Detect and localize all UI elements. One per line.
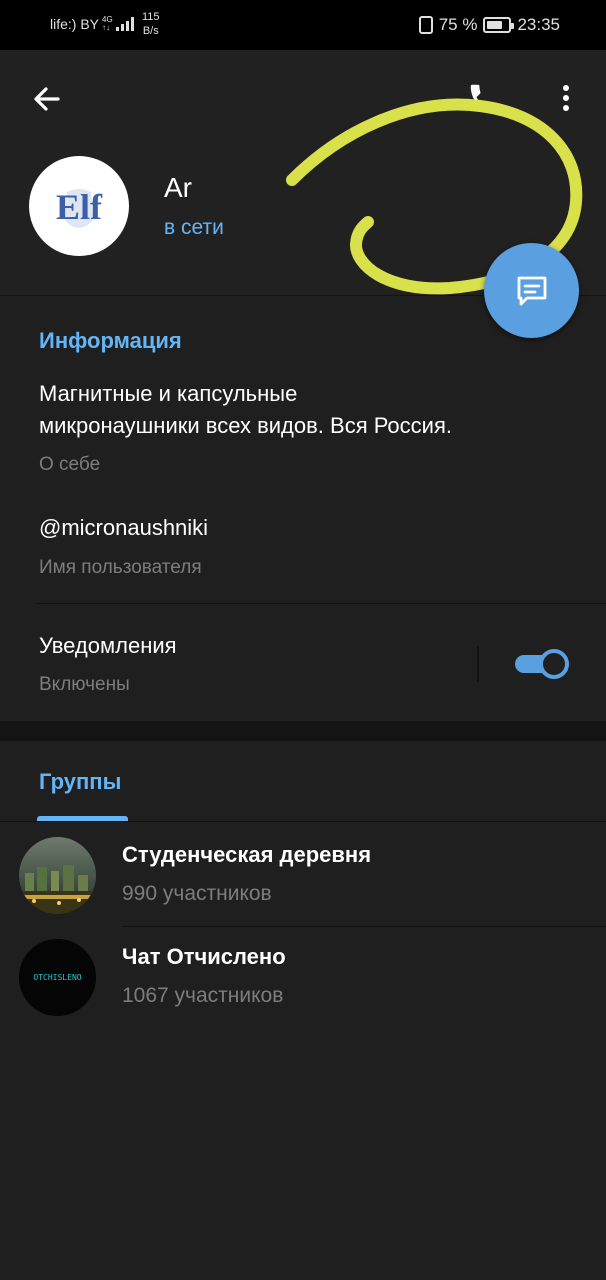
group-members: 1067 участников xyxy=(122,984,284,1007)
battery-percent: 75 % xyxy=(438,15,478,34)
call-button[interactable] xyxy=(466,80,504,118)
profile-name: Ar xyxy=(164,172,192,203)
username: @micronaushniki xyxy=(39,515,209,540)
group-name: Студенческая деревня xyxy=(122,842,372,867)
back-arrow-icon xyxy=(34,87,60,111)
status-right: 75 % 23:35 xyxy=(418,15,560,35)
info-section: Информация Магнитные и капсульные микрон… xyxy=(0,295,606,721)
bio-line-2: микронаушники всех видов. Вся Россия. xyxy=(39,413,452,438)
vibrate-icon xyxy=(418,16,433,34)
network-type: 4G ↑↓ xyxy=(102,15,113,32)
signal-icon xyxy=(115,17,134,31)
info-title: Информация xyxy=(39,328,182,353)
vertical-separator xyxy=(477,646,479,682)
group-item[interactable]: Студенческая деревня 990 участников xyxy=(0,822,606,924)
tab-groups[interactable]: Группы xyxy=(39,769,121,795)
groups-section: Группы Студенческая деревня 990 участник… xyxy=(0,741,606,1280)
phone-icon xyxy=(470,84,500,114)
group-avatar: OTCHISLENO xyxy=(19,939,96,1016)
back-button[interactable] xyxy=(30,82,64,116)
status-bar: life:) BY 4G ↑↓ 115 B/s 75 % 23:35 xyxy=(0,0,606,50)
notifications-state: Включены xyxy=(39,674,130,695)
carrier-info: life:) BY 4G ↑↓ xyxy=(50,16,134,32)
svg-text:OTCHISLENO: OTCHISLENO xyxy=(33,973,81,982)
notifications-toggle[interactable] xyxy=(513,647,571,681)
section-gap xyxy=(0,721,606,741)
group-name: Чат Отчислено xyxy=(122,944,286,969)
username-label: Имя пользователя xyxy=(39,557,202,578)
profile-avatar[interactable]: Elf xyxy=(29,156,129,256)
battery-icon xyxy=(483,17,515,33)
message-fab[interactable] xyxy=(484,243,579,338)
online-status: в сети xyxy=(164,216,224,239)
group-members: 990 участников xyxy=(122,882,272,905)
svg-text:Elf: Elf xyxy=(56,187,103,227)
bio-label: О себе xyxy=(39,454,101,475)
group-avatar xyxy=(19,837,96,914)
bio-line-1: Магнитные и капсульные xyxy=(39,381,298,406)
group-item[interactable]: OTCHISLENO Чат Отчислено 1067 участников xyxy=(0,924,606,1026)
divider xyxy=(35,603,606,604)
more-vert-icon xyxy=(563,85,569,111)
elf-logo-icon: Elf xyxy=(56,187,103,228)
notifications-label: Уведомления xyxy=(39,633,177,658)
clock: 23:35 xyxy=(517,15,560,34)
more-options-button[interactable] xyxy=(554,80,578,116)
message-icon xyxy=(517,276,547,306)
network-speed: 115 B/s xyxy=(142,11,160,37)
carrier-name: life:) BY xyxy=(50,16,100,32)
